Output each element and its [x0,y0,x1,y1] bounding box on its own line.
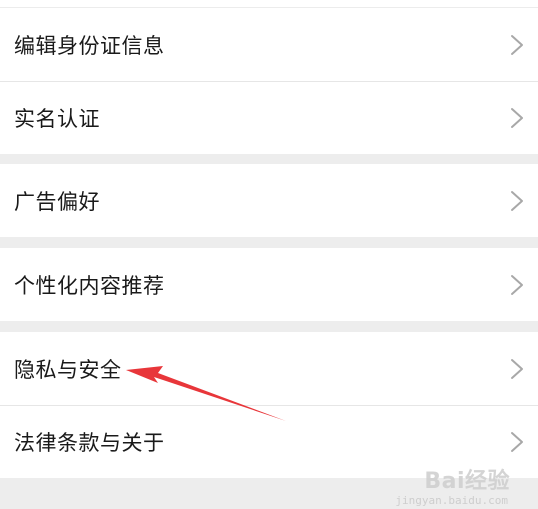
section-privacy-legal: 隐私与安全 法律条款与关于 [0,332,538,478]
watermark-url: jingyan.baidu.com [395,494,508,507]
row-label: 编辑身份证信息 [14,33,165,58]
settings-page: 编辑身份证信息 实名认证 广告偏好 个性化内容推荐 隐私与安全 法律条款与关于 … [0,0,538,509]
section-content: 个性化内容推荐 [0,248,538,321]
chevron-right-icon [510,358,524,380]
row-label: 个性化内容推荐 [14,273,165,298]
row-personalized-content[interactable]: 个性化内容推荐 [0,248,538,321]
row-label: 广告偏好 [14,189,100,214]
row-ad-preferences[interactable]: 广告偏好 [0,164,538,237]
row-label: 隐私与安全 [14,357,122,382]
chevron-right-icon [510,107,524,129]
row-privacy-security[interactable]: 隐私与安全 [0,332,538,405]
row-real-name-auth[interactable]: 实名认证 [0,81,538,154]
chevron-right-icon [510,34,524,56]
section-identity: 编辑身份证信息 实名认证 [0,8,538,154]
row-label: 实名认证 [14,106,100,131]
section-ads: 广告偏好 [0,164,538,237]
chevron-right-icon [510,431,524,453]
row-label: 法律条款与关于 [14,430,165,455]
row-edit-id-info[interactable]: 编辑身份证信息 [0,8,538,81]
top-edge [0,0,538,8]
watermark-logo: Bai经验 [424,469,510,494]
chevron-right-icon [510,190,524,212]
chevron-right-icon [510,274,524,296]
